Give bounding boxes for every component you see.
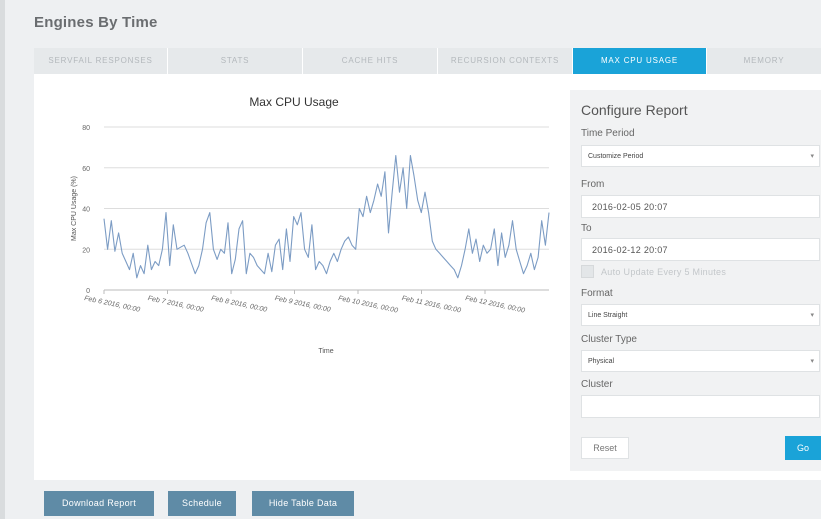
download-report-button[interactable]: Download Report: [44, 491, 154, 516]
x-tick-label: Feb 7 2016, 00:00: [147, 295, 204, 314]
config-title: Configure Report: [581, 102, 688, 118]
y-tick-label: 20: [82, 247, 90, 254]
time-period-value: Customize Period: [588, 153, 644, 160]
tab-servfail-responses[interactable]: SERVFAIL RESPONSES: [34, 48, 168, 74]
reset-button[interactable]: Reset: [581, 437, 629, 459]
from-date-input[interactable]: 2016-02-05 20:07: [581, 195, 820, 218]
chevron-down-icon: ▾: [810, 153, 814, 160]
auto-update-checkbox[interactable]: [581, 265, 594, 278]
tab-memory[interactable]: MEMORY: [707, 48, 821, 74]
hide-table-data-button[interactable]: Hide Table Data: [252, 491, 354, 516]
page-title: Engines By Time: [34, 14, 158, 31]
cpu-usage-series-line: [103, 154, 550, 279]
time-period-select[interactable]: Customize Period ▾: [581, 145, 820, 167]
x-tick-label: Feb 8 2016, 00:00: [211, 295, 268, 314]
cluster-type-label: Cluster Type: [581, 334, 637, 345]
tab-recursion-contexts[interactable]: RECURSION CONTEXTS: [438, 48, 573, 74]
y-tick-label: 0: [86, 288, 90, 295]
report-tabs: SERVFAIL RESPONSES STATS CACHE HITS RECU…: [34, 48, 821, 74]
x-axis-title: Time: [318, 348, 333, 355]
go-button[interactable]: Go: [785, 436, 821, 460]
x-tick-label: Feb 6 2016, 00:00: [84, 295, 141, 314]
format-label: Format: [581, 288, 613, 299]
cluster-type-value: Physical: [588, 358, 615, 365]
format-value: Line Straight: [588, 312, 628, 319]
configure-report-panel: Configure Report Time Period Customize P…: [570, 90, 821, 471]
schedule-button[interactable]: Schedule: [168, 491, 236, 516]
y-tick-label: 60: [82, 166, 90, 173]
from-label: From: [581, 179, 605, 190]
y-axis-title: Max CPU Usage (%): [71, 176, 78, 241]
window-frame: [0, 0, 5, 519]
x-tick-label: Feb 11 2016, 00:00: [401, 295, 461, 314]
cluster-type-select[interactable]: Physical ▾: [581, 350, 820, 372]
tab-stats[interactable]: STATS: [168, 48, 303, 74]
cluster-input[interactable]: [581, 395, 820, 418]
x-tick-label: Feb 9 2016, 00:00: [274, 295, 331, 314]
chevron-down-icon: ▾: [810, 312, 814, 319]
time-period-label: Time Period: [581, 128, 635, 139]
x-tick-label: Feb 10 2016, 00:00: [338, 295, 399, 314]
cluster-label: Cluster: [581, 379, 613, 390]
format-select[interactable]: Line Straight ▾: [581, 304, 820, 326]
cpu-usage-chart: 0 20 40 60 80 Feb 6 2016, 00:00 Feb 7 2016, 00…: [71, 125, 550, 355]
chevron-down-icon: ▾: [810, 358, 814, 365]
to-label: To: [581, 223, 592, 234]
tab-cache-hits[interactable]: CACHE HITS: [303, 48, 438, 74]
y-tick-label: 80: [82, 125, 90, 132]
y-tick-label: 40: [82, 207, 90, 214]
auto-update-row: Auto Update Every 5 Minutes: [581, 265, 726, 278]
to-date-input[interactable]: 2016-02-12 20:07: [581, 238, 820, 261]
x-tick-label: Feb 12 2016, 00:00: [465, 295, 526, 314]
tab-max-cpu-usage[interactable]: MAX CPU USAGE: [573, 48, 707, 74]
auto-update-label: Auto Update Every 5 Minutes: [601, 266, 727, 277]
